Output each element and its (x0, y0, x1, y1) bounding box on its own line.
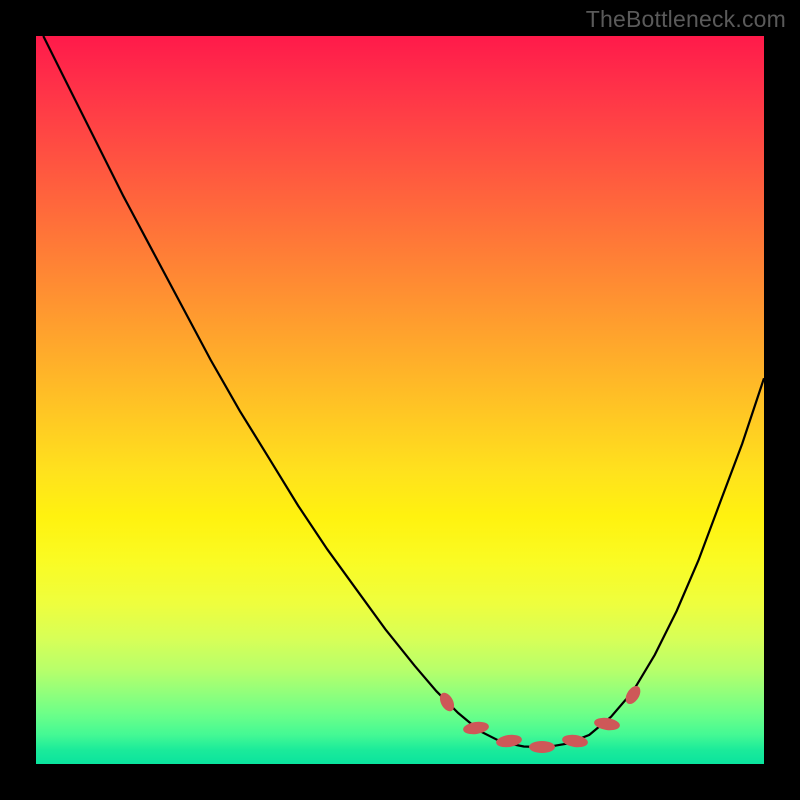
chart-plot-area (36, 36, 764, 764)
curve-marker (529, 741, 555, 753)
chart-gradient-background (36, 36, 764, 764)
watermark-text: TheBottleneck.com (586, 6, 786, 33)
